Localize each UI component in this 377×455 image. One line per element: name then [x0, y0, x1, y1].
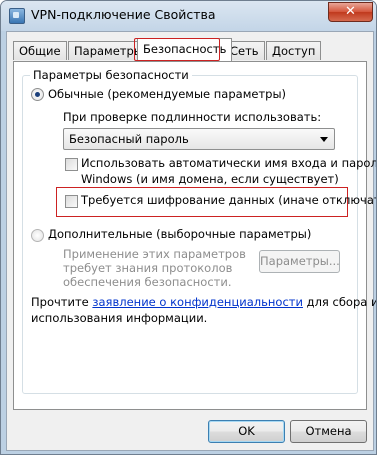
title-bar[interactable]: VPN-подключение Свойства ✕ — [1, 1, 376, 31]
verify-identity-label: При проверке подлинности использовать: — [63, 110, 322, 124]
advanced-description-line2: требует знания протоколов — [63, 261, 233, 275]
tab-sharing[interactable]: Доступ — [266, 41, 322, 60]
security-tab-panel: Параметры безопасности Обычные (рекоменд… — [13, 61, 376, 410]
privacy-statement-line1: Прочтите заявление о конфиденциальности … — [31, 295, 377, 309]
typical-radio-label[interactable]: Обычные (рекомендуемые параметры) — [48, 87, 286, 101]
typical-radio[interactable] — [31, 88, 44, 101]
chevron-down-icon — [320, 137, 328, 142]
privacy-statement-line2: использования информации. — [31, 311, 208, 325]
properties-window: VPN-подключение Свойства ✕ Общие Парамет… — [0, 0, 377, 455]
tab-security[interactable]: Безопасность — [137, 38, 233, 61]
window-title: VPN-подключение Свойства — [31, 7, 216, 22]
close-button[interactable]: ✕ — [328, 2, 373, 22]
tab-general[interactable]: Общие — [13, 41, 67, 60]
privacy-statement-link[interactable]: заявление о конфиденциальности — [92, 295, 303, 309]
advanced-description-line1: Применение этих параметров — [63, 247, 246, 261]
require-encryption-label[interactable]: Требуется шифрование данных (иначе отклю… — [81, 193, 376, 207]
auto-logon-label-line2[interactable]: Windows (и имя домена, если существует) — [81, 172, 339, 186]
advanced-radio-label[interactable]: Дополнительные (выборочные параметры) — [48, 227, 311, 241]
advanced-radio[interactable] — [31, 229, 44, 242]
auto-logon-checkbox[interactable] — [65, 158, 78, 171]
privacy-prefix: Прочтите — [31, 295, 93, 309]
dialog-client-area: Общие Параметры Безопасность Сеть Доступ… — [6, 31, 376, 451]
privacy-suffix: для сбора и — [302, 295, 377, 309]
verify-identity-value: Безопасный пароль — [69, 132, 189, 146]
advanced-settings-button[interactable]: Параметры... — [259, 250, 340, 273]
auto-logon-label-line1[interactable]: Использовать автоматически имя входа и п… — [81, 156, 376, 170]
advanced-description-line3: обеспечения безопасности. — [63, 275, 232, 289]
verify-identity-select[interactable]: Безопасный пароль — [63, 128, 335, 150]
require-encryption-checkbox[interactable] — [65, 195, 78, 208]
network-connection-icon — [9, 8, 25, 24]
ok-button[interactable]: OK — [208, 420, 285, 443]
group-title: Параметры безопасности — [30, 68, 192, 82]
cancel-button[interactable]: Отмена — [290, 420, 367, 443]
